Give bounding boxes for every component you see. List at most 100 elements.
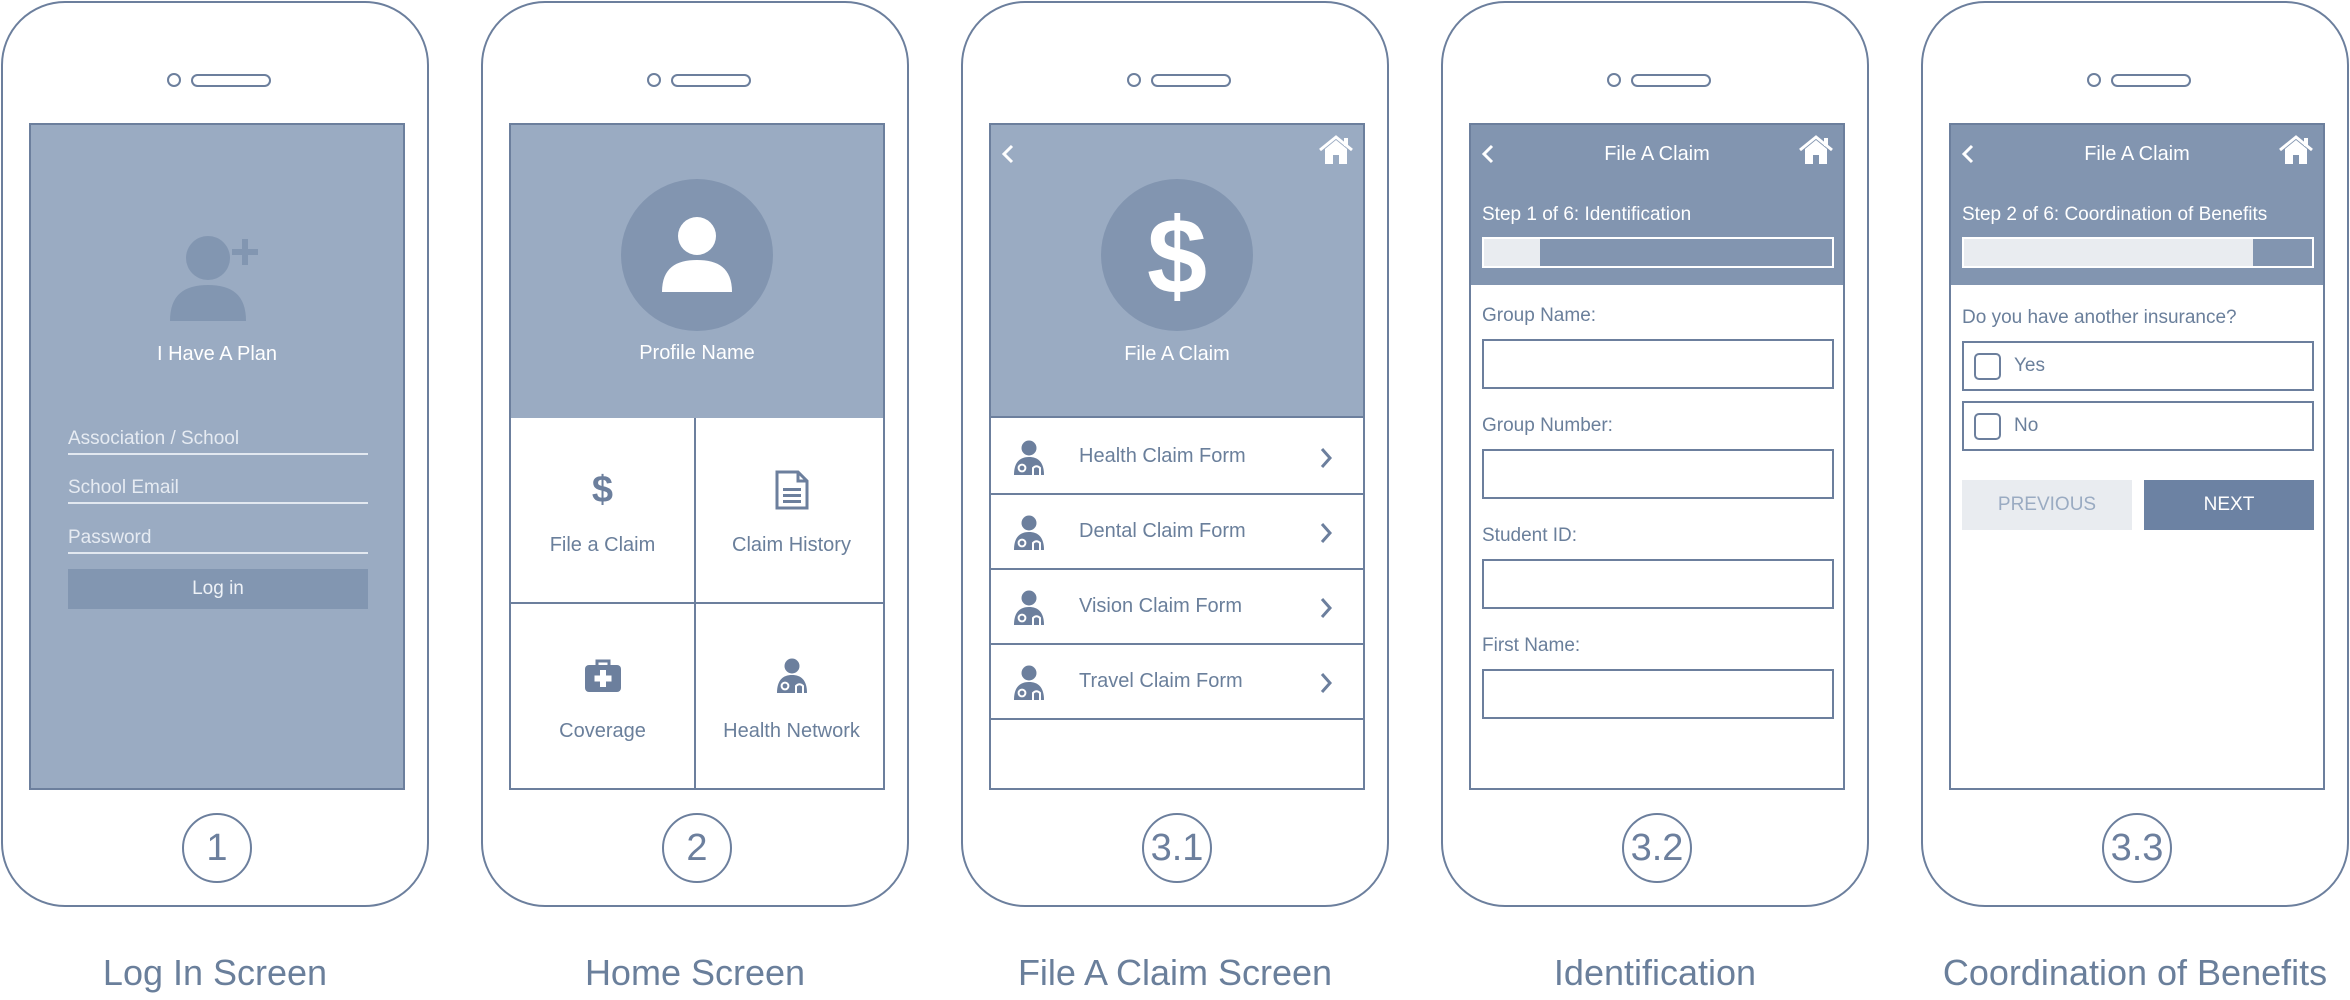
doctor-icon	[1013, 665, 1045, 706]
group-name-input[interactable]	[1482, 339, 1834, 389]
progress-bar	[1482, 237, 1834, 268]
coverage-tile[interactable]: Coverage	[511, 604, 696, 788]
speaker	[1631, 74, 1711, 87]
login-screen: I Have A Plan Association / School Schoo…	[29, 123, 405, 790]
screen-caption: Home Screen	[584, 952, 806, 993]
camera	[167, 73, 181, 87]
home-icon[interactable]	[1319, 135, 1353, 170]
tile-label: Health Network	[723, 720, 860, 742]
chevron-right-icon	[1319, 671, 1333, 700]
form-label: Vision Claim Form	[1079, 595, 1242, 617]
screen-number-badge: 3.3	[2102, 813, 2172, 883]
field-label: Student ID:	[1482, 525, 1578, 546]
screen-number-badge: 3.1	[1142, 813, 1212, 883]
phone-home: Profile Name $ File a Claim Claim Histor…	[481, 1, 909, 907]
group-number-input[interactable]	[1482, 449, 1834, 499]
option-label: Yes	[2014, 355, 2045, 376]
phone-identification: File A Claim Step 1 of 6: Identification…	[1441, 1, 1869, 907]
add-user-icon[interactable]	[166, 233, 270, 328]
camera	[647, 73, 661, 87]
speaker	[191, 74, 271, 87]
association-field[interactable]: Association / School	[68, 428, 368, 455]
plan-label: I Have A Plan	[156, 343, 278, 365]
camera	[1127, 73, 1141, 87]
claim-form-row[interactable]: Vision Claim Form	[991, 570, 1363, 645]
speaker	[671, 74, 751, 87]
form-label: Health Claim Form	[1079, 445, 1246, 467]
form-header: File A Claim Step 1 of 6: Identification	[1471, 125, 1843, 285]
screen-number-badge: 2	[662, 813, 732, 883]
file-claim-tile[interactable]: $ File a Claim	[511, 418, 696, 604]
dollar-icon: $	[591, 468, 614, 511]
profile-name: Profile Name	[639, 342, 755, 364]
progress-fill	[1964, 239, 2253, 266]
step-label: Step 2 of 6: Coordination of Benefits	[1962, 204, 2268, 225]
doctor-icon	[1013, 440, 1045, 481]
login-panel: I Have A Plan Association / School Schoo…	[31, 125, 403, 788]
chevron-right-icon	[1319, 521, 1333, 550]
tile-label: Coverage	[559, 720, 646, 742]
avatar[interactable]	[621, 179, 773, 331]
file-claim-screen: $ File A Claim Health Claim Form Dental …	[989, 123, 1365, 790]
option-yes[interactable]: Yes	[1962, 341, 2314, 391]
phone-coordination: File A Claim Step 2 of 6: Coordination o…	[1921, 1, 2349, 907]
login-button[interactable]: Log in	[68, 569, 368, 609]
next-button[interactable]: NEXT	[2144, 480, 2314, 530]
claim-history-tile[interactable]: Claim History	[696, 418, 883, 604]
screen-number-badge: 3.2	[1622, 813, 1692, 883]
header-title: File A Claim	[1604, 143, 1710, 165]
doctor-icon	[1013, 590, 1045, 631]
progress-fill	[1484, 239, 1540, 266]
camera	[1607, 73, 1621, 87]
tile-label: File a Claim	[549, 534, 656, 556]
field-label: First Name:	[1482, 635, 1581, 656]
checkbox[interactable]	[1974, 352, 2001, 380]
password-field[interactable]: Password	[68, 527, 368, 554]
form-label: Travel Claim Form	[1079, 670, 1243, 692]
profile-header: Profile Name	[511, 125, 883, 418]
tile-label: Claim History	[732, 534, 851, 556]
header-title: File A Claim	[2084, 143, 2190, 165]
progress-bar	[1962, 237, 2314, 268]
home-icon[interactable]	[2279, 135, 2313, 170]
screen-number-badge: 1	[182, 813, 252, 883]
coordination-screen: File A Claim Step 2 of 6: Coordination o…	[1949, 123, 2325, 790]
option-no[interactable]: No	[1962, 401, 2314, 451]
home-icon[interactable]	[1799, 135, 1833, 170]
step-label: Step 1 of 6: Identification	[1482, 204, 1692, 225]
medical-kit-icon	[584, 654, 622, 698]
first-name-input[interactable]	[1482, 669, 1834, 719]
field-label: Group Number:	[1482, 415, 1613, 436]
field-label: Group Name:	[1482, 305, 1597, 326]
screen-caption: Coordination of Benefits	[1942, 952, 2328, 993]
speaker	[1151, 74, 1231, 87]
previous-button[interactable]: PREVIOUS	[1962, 480, 2132, 530]
form-header: File A Claim Step 2 of 6: Coordination o…	[1951, 125, 2323, 285]
chevron-right-icon	[1319, 446, 1333, 475]
dollar-icon: $	[1101, 179, 1253, 331]
student-id-input[interactable]	[1482, 559, 1834, 609]
claim-header: $ File A Claim	[991, 125, 1363, 418]
health-network-tile[interactable]: Health Network	[696, 604, 883, 788]
claim-form-row[interactable]: Health Claim Form	[991, 420, 1363, 495]
camera	[2087, 73, 2101, 87]
doctor-icon	[1013, 515, 1045, 556]
back-icon[interactable]	[1001, 137, 1015, 176]
email-field[interactable]: School Email	[68, 477, 368, 504]
claim-title: File A Claim	[1124, 343, 1230, 365]
screen-caption: Identification	[1553, 952, 1757, 993]
form-label: Dental Claim Form	[1079, 520, 1246, 542]
checkbox[interactable]	[1974, 412, 2001, 440]
home-screen: Profile Name $ File a Claim Claim Histor…	[509, 123, 885, 790]
speaker	[2111, 74, 2191, 87]
claim-form-row[interactable]: Dental Claim Form	[991, 495, 1363, 570]
phone-login: I Have A Plan Association / School Schoo…	[1, 1, 429, 907]
identification-screen: File A Claim Step 1 of 6: Identification…	[1469, 123, 1845, 790]
option-label: No	[2014, 415, 2039, 436]
document-icon	[775, 468, 809, 512]
claim-form-row[interactable]: Travel Claim Form	[991, 645, 1363, 720]
screen-caption: File A Claim Screen	[1017, 952, 1333, 993]
chevron-right-icon	[1319, 596, 1333, 625]
screen-caption: Log In Screen	[102, 952, 328, 993]
doctor-icon	[776, 654, 808, 698]
